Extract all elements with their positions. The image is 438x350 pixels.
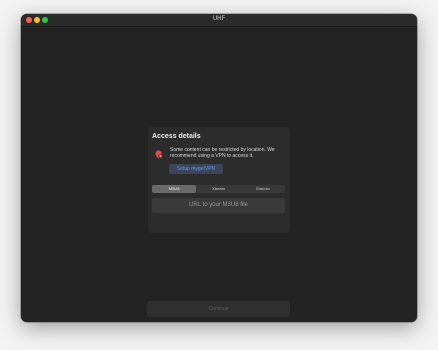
window-title: UHF [212, 16, 226, 22]
app-window: UHF Access details Some content can be r… [21, 14, 417, 322]
tab-stremio[interactable]: Stremio [241, 185, 285, 193]
access-details-panel: Access details Some content can be restr… [148, 127, 290, 233]
panel-title: Access details [152, 133, 201, 140]
vpn-warning-text: Some content can be restricted by locati… [170, 147, 275, 159]
tab-xtream[interactable]: Xtream [196, 185, 240, 193]
source-type-selector: M3U8 Xtream Stremio [152, 185, 285, 193]
tab-m3u8[interactable]: M3U8 [152, 185, 197, 193]
m3u8-url-input[interactable]: URL to your M3U8 file [152, 198, 285, 213]
title-bar: UHF [21, 14, 417, 27]
continue-button[interactable]: Continue [147, 301, 290, 317]
setup-vpn-button[interactable]: Setup mygetVPN [169, 164, 223, 174]
location-warning-icon [155, 150, 163, 159]
